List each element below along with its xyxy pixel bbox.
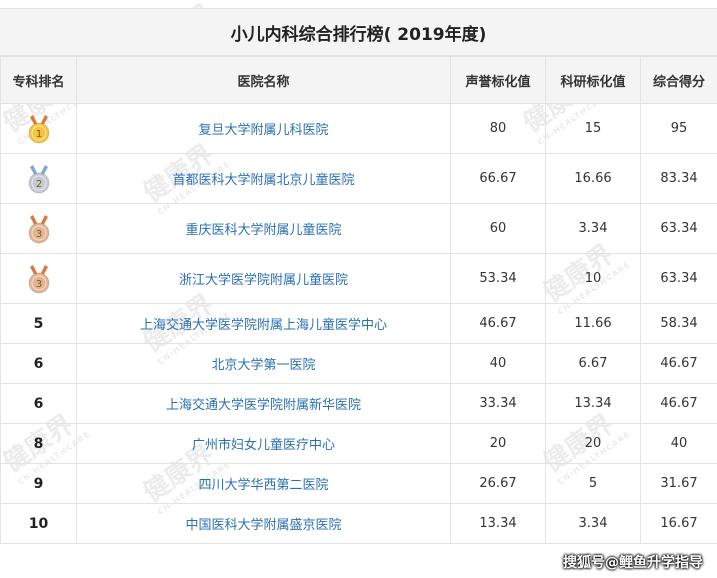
table-header-row: 专科排名 医院名称 声誉标化值 科研标化值 综合得分	[0, 56, 717, 104]
research-cell: 3.34	[545, 503, 641, 544]
score-cell: 40	[640, 423, 717, 464]
header-research: 科研标化值	[545, 56, 641, 104]
gold-medal-icon: 1	[26, 114, 52, 143]
hospital-link[interactable]: 中国医科大学附属盛京医院	[76, 503, 451, 544]
hospital-link[interactable]: 上海交通大学医学院附属新华医院	[76, 383, 451, 424]
research-cell: 16.66	[545, 153, 641, 204]
research-cell: 3.34	[545, 203, 641, 254]
silver-medal-icon: 2	[26, 164, 52, 193]
rank-cell: 6	[0, 383, 77, 424]
reputation-cell: 60	[450, 203, 546, 254]
bronze-medal-icon: 3	[26, 214, 52, 243]
research-cell: 13.34	[545, 383, 641, 424]
research-cell: 15	[545, 103, 641, 154]
reputation-cell: 66.67	[450, 153, 546, 204]
research-cell: 20	[545, 423, 641, 464]
hospital-link[interactable]: 广州市妇女儿童医疗中心	[76, 423, 451, 464]
reputation-cell: 40	[450, 343, 546, 384]
score-cell: 58.34	[640, 303, 717, 344]
reputation-cell: 80	[450, 103, 546, 154]
hospital-link[interactable]: 北京大学第一医院	[76, 343, 451, 384]
rank-medal-cell: 2	[0, 153, 77, 204]
header-reputation: 声誉标化值	[450, 56, 546, 104]
rank-medal-cell: 3	[0, 203, 77, 254]
svg-text:1: 1	[35, 129, 41, 140]
table-row: 1 复旦大学附属儿科医院 80 15 95	[0, 103, 717, 154]
score-cell: 63.34	[640, 253, 717, 304]
research-cell: 11.66	[545, 303, 641, 344]
research-cell: 5	[545, 463, 641, 504]
table-row: 2 首都医科大学附属北京儿童医院 66.67 16.66 83.34	[0, 153, 717, 204]
svg-text:2: 2	[35, 179, 41, 190]
rank-medal-cell: 3	[0, 253, 77, 304]
rank-cell: 10	[0, 503, 77, 544]
bronze-medal-icon: 3	[26, 264, 52, 293]
score-cell: 16.67	[640, 503, 717, 544]
score-cell: 95	[640, 103, 717, 154]
rank-cell: 6	[0, 343, 77, 384]
hospital-link[interactable]: 浙江大学医学院附属儿童医院	[76, 253, 451, 304]
table-row: 8 广州市妇女儿童医疗中心 20 20 40	[0, 423, 717, 464]
reputation-cell: 33.34	[450, 383, 546, 424]
score-cell: 63.34	[640, 203, 717, 254]
table-row: 6 上海交通大学医学院附属新华医院 33.34 13.34 46.67	[0, 383, 717, 424]
footer-attribution: 搜狐号@鲤鱼升学指导	[563, 555, 703, 571]
score-cell: 31.67	[640, 463, 717, 504]
table-row: 9 四川大学华西第二医院 26.67 5 31.67	[0, 463, 717, 504]
score-cell: 83.34	[640, 153, 717, 204]
table-row: 6 北京大学第一医院 40 6.67 46.67	[0, 343, 717, 384]
rank-cell: 9	[0, 463, 77, 504]
reputation-cell: 46.67	[450, 303, 546, 344]
research-cell: 6.67	[545, 343, 641, 384]
header-score: 综合得分	[640, 56, 717, 104]
header-rank: 专科排名	[0, 56, 77, 104]
page-title: 小儿内科综合排行榜( 2019年度)	[0, 8, 717, 56]
svg-text:3: 3	[35, 229, 41, 240]
rank-cell: 8	[0, 423, 77, 464]
hospital-link[interactable]: 重庆医科大学附属儿童医院	[76, 203, 451, 254]
table-row: 3 重庆医科大学附属儿童医院 60 3.34 63.34	[0, 203, 717, 254]
table-row: 3 浙江大学医学院附属儿童医院 53.34 10 63.34	[0, 253, 717, 304]
table-row: 5 上海交通大学医学院附属上海儿童医学中心 46.67 11.66 58.34	[0, 303, 717, 344]
svg-text:3: 3	[35, 279, 41, 290]
reputation-cell: 53.34	[450, 253, 546, 304]
research-cell: 10	[545, 253, 641, 304]
score-cell: 46.67	[640, 383, 717, 424]
hospital-link[interactable]: 首都医科大学附属北京儿童医院	[76, 153, 451, 204]
hospital-link[interactable]: 四川大学华西第二医院	[76, 463, 451, 504]
reputation-cell: 26.67	[450, 463, 546, 504]
hospital-link[interactable]: 复旦大学附属儿科医院	[76, 103, 451, 154]
hospital-link[interactable]: 上海交通大学医学院附属上海儿童医学中心	[76, 303, 451, 344]
reputation-cell: 20	[450, 423, 546, 464]
ranking-table: 专科排名 医院名称 声誉标化值 科研标化值 综合得分 1 复旦大学附属儿科医院 8…	[0, 56, 717, 544]
reputation-cell: 13.34	[450, 503, 546, 544]
rank-medal-cell: 1	[0, 103, 77, 154]
score-cell: 46.67	[640, 343, 717, 384]
rank-cell: 5	[0, 303, 77, 344]
table-row: 10 中国医科大学附属盛京医院 13.34 3.34 16.67	[0, 503, 717, 544]
header-hospital: 医院名称	[76, 56, 451, 104]
